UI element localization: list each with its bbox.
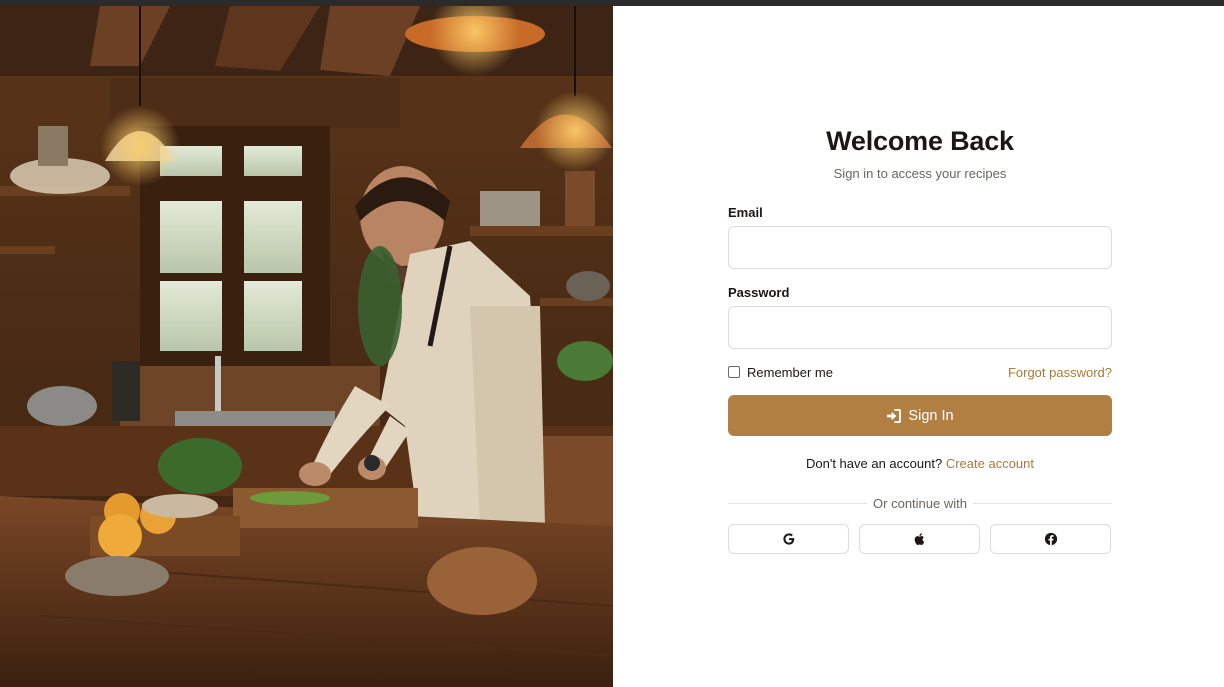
apple-login-button[interactable] [859,524,980,554]
google-login-button[interactable] [728,524,849,554]
email-label: Email [728,205,763,220]
hero-image [0,6,613,687]
signup-prompt: Don't have an account? Create account [728,456,1112,472]
page-title: Welcome Back [826,126,1014,156]
forgot-password-link[interactable]: Forgot password? [1008,365,1112,380]
sign-in-icon [887,408,902,423]
remember-me[interactable]: Remember me [728,365,833,380]
divider-text: Or continue with [867,496,973,511]
email-field[interactable] [728,226,1112,269]
password-label: Password [728,285,790,300]
google-icon [782,533,794,545]
no-account-text: Don't have an account? [806,456,943,471]
facebook-login-button[interactable] [990,524,1111,554]
login-panel: Welcome Back Sign in to access your reci… [613,6,1224,687]
options-row: Remember me Forgot password? [728,363,1112,381]
create-account-link[interactable]: Create account [946,456,1034,471]
social-divider: Or continue with [728,495,1112,511]
login-form: Welcome Back Sign in to access your reci… [728,124,1112,554]
page-subtitle: Sign in to access your recipes [833,166,1007,181]
apple-icon [914,533,924,545]
kitchen-illustration [0,6,613,687]
remember-me-checkbox[interactable] [728,366,740,378]
remember-me-label: Remember me [747,364,833,380]
sign-in-button[interactable]: Sign In [728,395,1112,436]
social-buttons [728,524,1112,554]
sign-in-label: Sign In [908,407,954,424]
password-field[interactable] [728,306,1112,349]
facebook-icon [1044,532,1057,546]
